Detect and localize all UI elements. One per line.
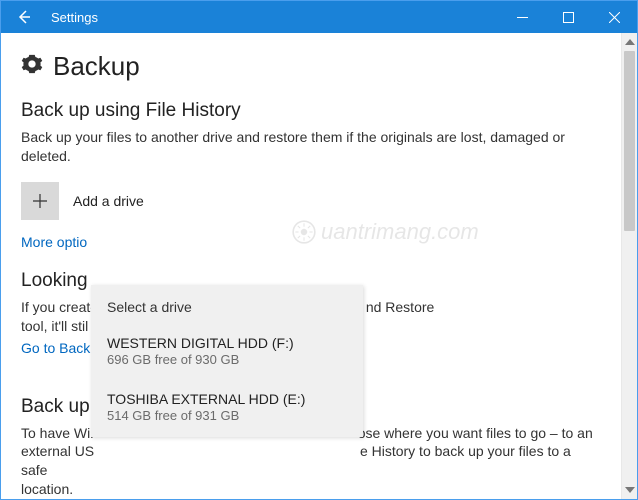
close-icon: [609, 12, 620, 23]
scroll-down-button[interactable]: [622, 481, 637, 499]
chevron-down-icon: [625, 487, 635, 493]
drive-option[interactable]: WESTERN DIGITAL HDD (F:) 696 GB free of …: [91, 325, 363, 381]
text-fragment: external US: [21, 443, 94, 459]
text-fragment: tool, it'll stil: [21, 318, 88, 334]
scroll-up-button[interactable]: [622, 33, 637, 51]
drive-free-space: 514 GB free of 931 GB: [107, 408, 347, 423]
flyout-title: Select a drive: [91, 285, 363, 325]
titlebar: Settings: [1, 1, 637, 33]
page-title: Backup: [53, 51, 140, 82]
chevron-up-icon: [625, 39, 635, 45]
text-fragment: nd Restore: [366, 299, 434, 315]
add-drive-button[interactable]: [21, 182, 59, 220]
watermark-text: uantrimang.com: [321, 219, 479, 245]
text-fragment: e History to back up your files to a saf…: [21, 443, 571, 478]
page-heading: Backup: [21, 51, 601, 82]
vertical-scrollbar[interactable]: [621, 33, 637, 499]
section-title-file-history: Back up using File History: [21, 100, 601, 122]
text-fragment: location.: [21, 481, 73, 497]
content-wrap: Backup Back up using File History Back u…: [1, 33, 637, 499]
drive-select-flyout: Select a drive WESTERN DIGITAL HDD (F:) …: [91, 285, 363, 437]
maximize-button[interactable]: [545, 1, 591, 33]
watermark-icon: [291, 219, 317, 245]
close-button[interactable]: [591, 1, 637, 33]
back-button[interactable]: [1, 1, 47, 33]
maximize-icon: [563, 12, 574, 23]
window-title: Settings: [51, 10, 499, 25]
watermark: uantrimang.com: [291, 219, 479, 245]
add-drive-row[interactable]: Add a drive: [21, 182, 601, 220]
add-drive-label: Add a drive: [73, 193, 144, 209]
section-body-file-history: Back up your files to another drive and …: [21, 128, 601, 166]
text-fragment: ose where you want files to go – to an: [358, 425, 593, 441]
text-fragment: If you create: [21, 299, 98, 315]
go-to-backup-link[interactable]: Go to Backu: [21, 340, 98, 356]
drive-option[interactable]: TOSHIBA EXTERNAL HDD (E:) 514 GB free of…: [91, 381, 363, 437]
text-fragment: To have Wir: [21, 425, 95, 441]
drive-name: TOSHIBA EXTERNAL HDD (E:): [107, 391, 347, 407]
minimize-button[interactable]: [499, 1, 545, 33]
drive-free-space: 696 GB free of 930 GB: [107, 352, 347, 367]
plus-icon: [31, 192, 49, 210]
window-controls: [499, 1, 637, 33]
more-options-link[interactable]: More optio: [21, 234, 87, 250]
content-area: Backup Back up using File History Back u…: [1, 33, 621, 499]
scroll-thumb[interactable]: [624, 51, 635, 231]
drive-name: WESTERN DIGITAL HDD (F:): [107, 335, 347, 351]
minimize-icon: [517, 12, 528, 23]
gear-icon: [21, 53, 43, 80]
arrow-left-icon: [16, 9, 32, 25]
